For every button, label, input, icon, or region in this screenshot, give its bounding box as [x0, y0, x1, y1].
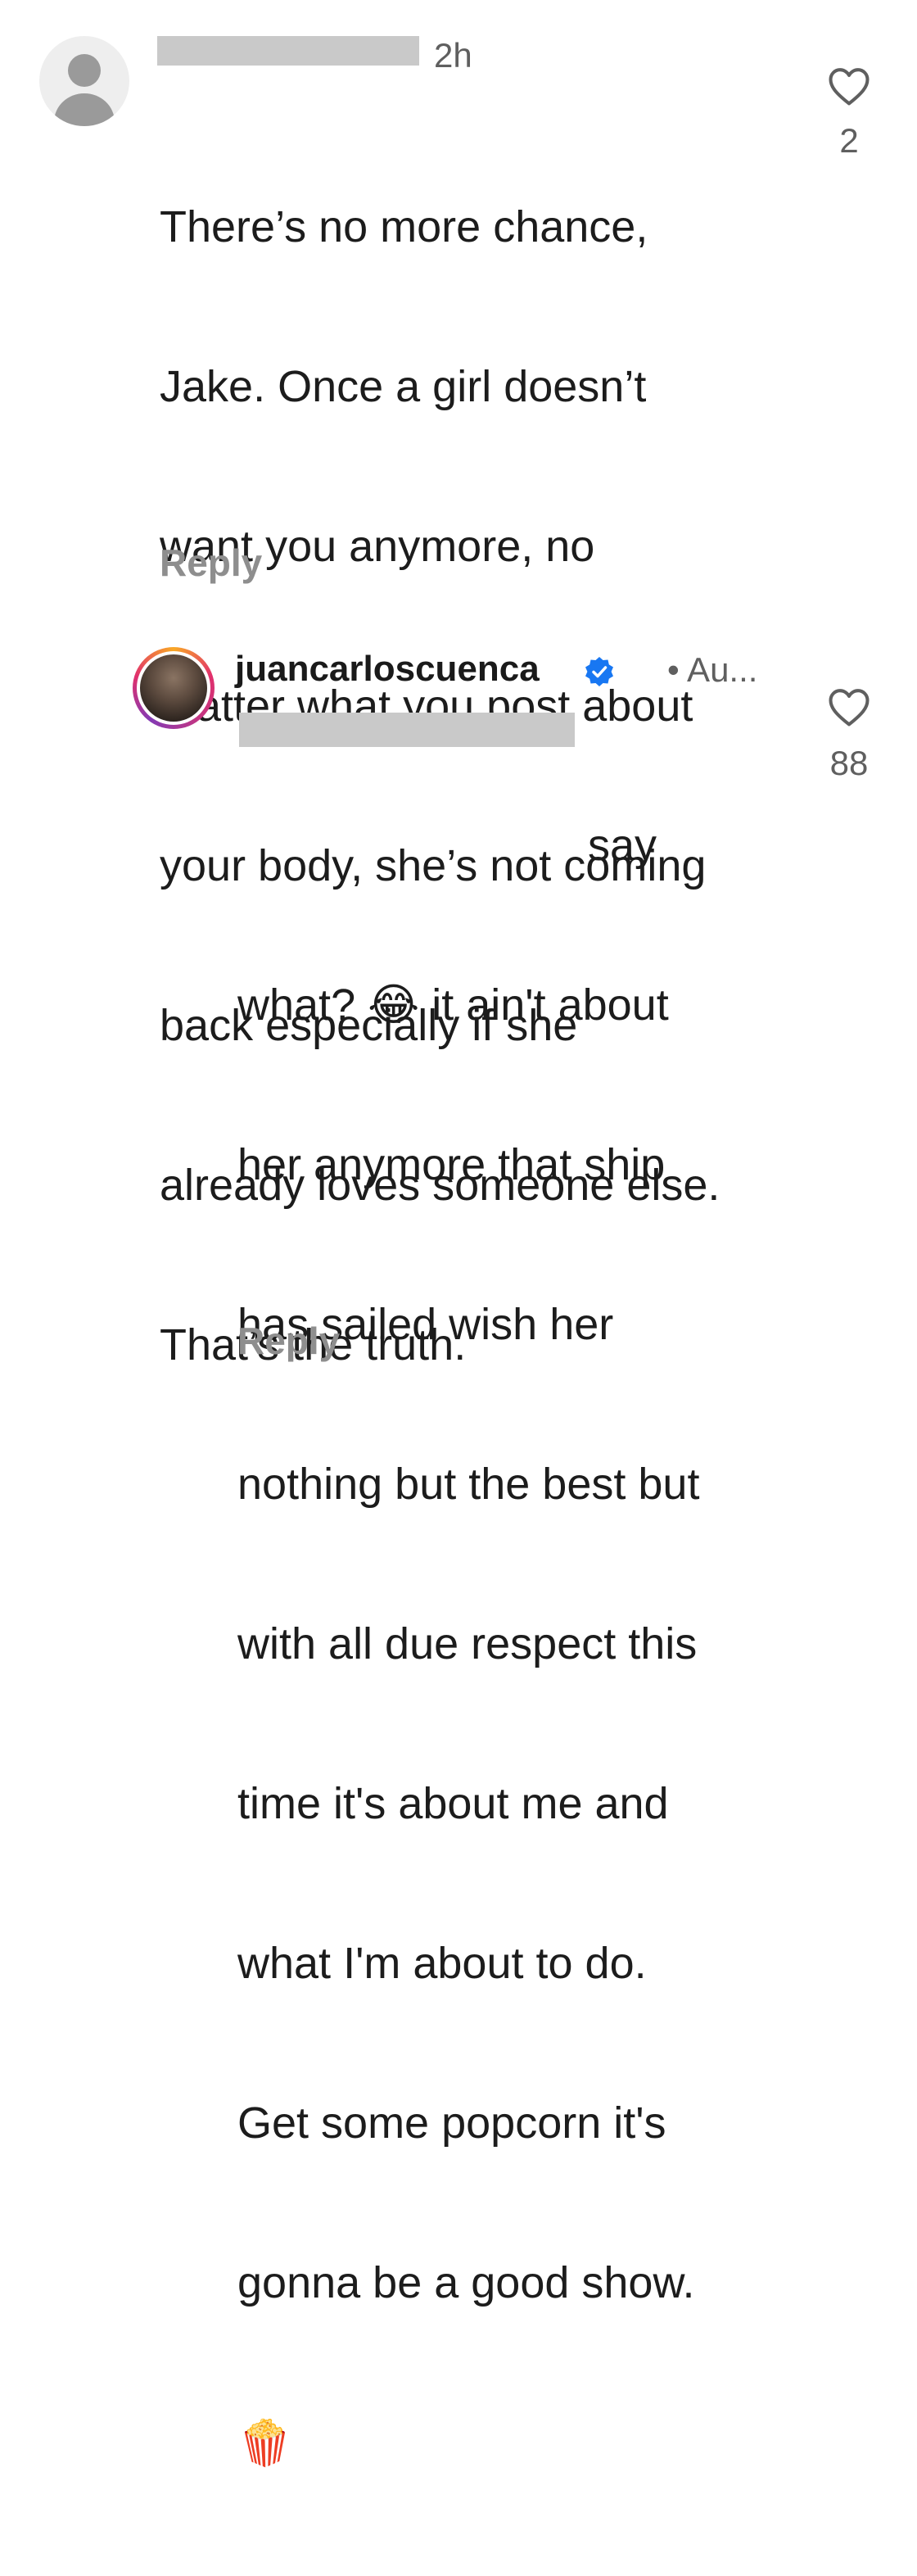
- comment-line: with all due respect this: [237, 1619, 698, 1668]
- profile-photo: [140, 654, 207, 722]
- comment-line: what? 😂 it ain't about: [237, 980, 669, 1030]
- comment-line: say: [588, 821, 657, 870]
- comment-line: her anymore that ship: [237, 1140, 666, 1189]
- comment-time: • Au...: [667, 650, 758, 689]
- comment-2: juancarloscuenca • Au... say what? 😂 it …: [0, 622, 917, 2469]
- heart-icon[interactable]: [827, 66, 871, 106]
- comment-username[interactable]: juancarloscuenca: [235, 649, 540, 690]
- avatar[interactable]: [133, 647, 215, 729]
- comment-1: 2h There’s no more chance, Jake. Once a …: [0, 0, 917, 1369]
- comment-time: 2h: [434, 36, 472, 75]
- comment-line: nothing but the best but: [237, 1460, 700, 1509]
- reply-button[interactable]: Reply: [160, 541, 262, 585]
- like-count: 88: [829, 744, 869, 782]
- reply-button[interactable]: Reply: [237, 1319, 340, 1363]
- comment-line: time it's about me and: [237, 1779, 669, 1828]
- verified-badge-icon: [585, 657, 613, 686]
- comment-text: say what? 😂 it ain't about her anymore t…: [237, 713, 699, 2576]
- comment-line: There’s no more chance,: [160, 202, 648, 251]
- popcorn-emoji: 🍿: [237, 2417, 293, 2469]
- like-count: 2: [839, 121, 859, 160]
- comment-line: Get some popcorn it's: [237, 2098, 666, 2148]
- comment-line: Jake. Once a girl doesn’t: [160, 362, 647, 411]
- redacted-username: [157, 36, 419, 66]
- heart-icon[interactable]: [827, 686, 871, 727]
- comment-line: gonna be a good show.: [237, 2258, 695, 2307]
- comment-line: what I'm about to do.: [237, 1939, 647, 1988]
- default-avatar-icon[interactable]: [39, 36, 129, 126]
